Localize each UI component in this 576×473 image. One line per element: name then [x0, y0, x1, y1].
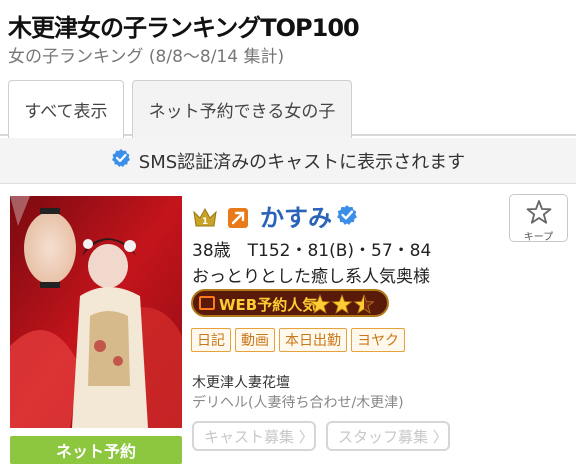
- verified-check-icon: [336, 204, 358, 230]
- cast-catchphrase: おっとりとした癒し系人気奥様: [192, 267, 430, 287]
- sms-notice-text: SMS認証済みのキャストに表示されます: [138, 151, 466, 173]
- page-subtitle: 女の子ランキング (8/8〜8/14 集計): [8, 47, 285, 67]
- star-outline-icon: [526, 200, 552, 224]
- star-icon: [331, 293, 353, 314]
- rank-crown-icon: 1: [192, 206, 218, 232]
- shop-type: デリヘル(人妻待ち合わせ/木更津): [192, 395, 404, 411]
- cast-recruit-button[interactable]: キャスト募集 〉: [192, 421, 316, 451]
- tag-today-working[interactable]: 本日出勤: [279, 328, 347, 352]
- page-title: 木更津女の子ランキングTOP100: [8, 14, 360, 42]
- cast-specs: 38歳 T152・81(B)・57・84: [192, 241, 432, 261]
- rank-number: 1: [202, 217, 208, 227]
- sms-notice: SMS認証済みのキャストに表示されます: [0, 138, 576, 184]
- shop-name[interactable]: 木更津人妻花壇: [192, 372, 290, 392]
- tab-net-reserve[interactable]: ネット予約できる女の子: [132, 80, 352, 138]
- tab-bar: すべて表示 ネット予約できる女の子: [0, 80, 576, 138]
- net-reserve-button[interactable]: ネット予約: [10, 436, 182, 464]
- web-badge-label: WEB予約人気: [219, 296, 318, 314]
- tab-show-all[interactable]: すべて表示: [8, 80, 124, 138]
- calendar-icon: [199, 296, 215, 310]
- feature-tags: 日記 動画 本日出勤 ヨヤク: [191, 328, 405, 352]
- web-reserve-popular-badge: WEB予約人気: [191, 289, 389, 317]
- cast-name[interactable]: かすみ: [260, 198, 332, 233]
- keep-button[interactable]: キープ: [509, 194, 568, 243]
- cast-photo[interactable]: [10, 196, 182, 428]
- staff-recruit-button[interactable]: スタッフ募集 〉: [326, 421, 450, 451]
- tag-reserve[interactable]: ヨヤク: [351, 328, 405, 352]
- tag-video[interactable]: 動画: [235, 328, 275, 352]
- rating-stars: [309, 293, 381, 315]
- half-star-icon: [353, 293, 375, 314]
- tag-diary[interactable]: 日記: [191, 328, 231, 352]
- up-right-arrow-icon: [228, 208, 248, 228]
- keep-label: キープ: [523, 232, 554, 243]
- verified-check-icon: [111, 148, 131, 173]
- star-icon: [309, 293, 331, 314]
